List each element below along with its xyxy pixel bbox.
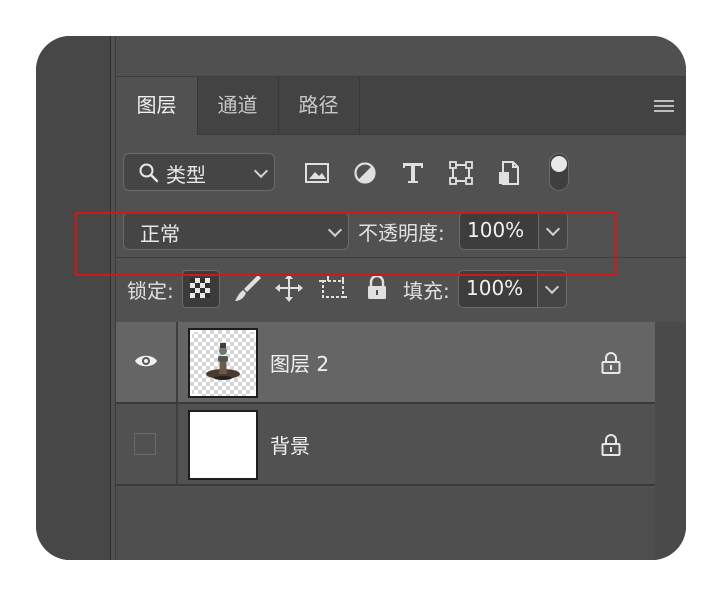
brush-icon xyxy=(235,275,261,301)
layer-row[interactable]: 图层 2 xyxy=(116,322,655,404)
filter-kind-label: 类型 xyxy=(166,163,206,187)
checkerboard-icon xyxy=(190,278,210,298)
chevron-down-icon xyxy=(327,222,343,238)
layer-name[interactable]: 图层 2 xyxy=(270,348,329,377)
layer-thumbnail[interactable] xyxy=(188,328,258,398)
opacity-dropdown-button[interactable] xyxy=(539,212,568,250)
tab-channels-label: 通道 xyxy=(217,93,258,117)
layers-panel: 图层 通道 路径 类型 正常 不透明度: 100% 锁定: 填充: 100% 图… xyxy=(110,36,686,560)
filter-toggle-switch[interactable] xyxy=(549,153,569,191)
search-icon xyxy=(139,163,159,183)
panel-top-strip xyxy=(116,36,686,77)
toggle-knob xyxy=(551,156,567,172)
opacity-value: 100% xyxy=(467,218,525,242)
panel-tab-bar: 图层 通道 路径 xyxy=(116,77,686,135)
opacity-label: 不透明度: xyxy=(358,221,445,245)
visibility-box-empty xyxy=(134,433,156,455)
eye-icon xyxy=(135,355,157,367)
lock-icon xyxy=(601,352,621,374)
layers-empty-area xyxy=(116,488,655,560)
panel-menu-icon[interactable] xyxy=(654,100,674,112)
fill-value: 100% xyxy=(466,276,524,300)
opacity-input[interactable]: 100% xyxy=(459,212,539,250)
lock-artboard-button[interactable] xyxy=(315,270,351,306)
tab-layers[interactable]: 图层 xyxy=(116,77,198,135)
panel-right-gutter xyxy=(655,322,686,560)
fill-dropdown-button[interactable] xyxy=(538,270,567,308)
fill-input[interactable]: 100% xyxy=(458,270,538,308)
layer-name[interactable]: 背景 xyxy=(270,430,310,459)
left-dock-strip xyxy=(36,36,110,560)
layer-row[interactable]: 背景 xyxy=(116,404,655,486)
image-filter-icon[interactable] xyxy=(304,160,330,186)
adjustment-filter-icon[interactable] xyxy=(352,160,378,186)
type-filter-icon[interactable] xyxy=(400,160,426,186)
filter-kind-select[interactable]: 类型 xyxy=(123,153,275,191)
blend-mode-value: 正常 xyxy=(140,222,180,246)
layers-list: 图层 2 背景 xyxy=(116,322,655,486)
artboard-icon xyxy=(319,275,347,298)
tab-paths-label: 路径 xyxy=(298,93,339,117)
shape-filter-icon[interactable] xyxy=(448,160,474,186)
lock-transparent-pixels-button[interactable] xyxy=(182,270,220,308)
visibility-toggle[interactable] xyxy=(116,322,178,402)
lock-label: 锁定: xyxy=(127,279,174,303)
visibility-toggle[interactable] xyxy=(116,404,178,484)
tab-layers-label: 图层 xyxy=(136,93,177,117)
lock-all-button[interactable] xyxy=(359,270,395,306)
chevron-down-icon xyxy=(253,163,269,179)
layer-thumbnail[interactable] xyxy=(188,410,258,480)
chevron-down-icon xyxy=(544,279,560,295)
lock-position-button[interactable] xyxy=(271,270,307,306)
fill-label: 填充: xyxy=(403,279,450,303)
move-arrows-icon xyxy=(275,274,303,302)
lock-icon xyxy=(601,434,621,456)
lock-icon xyxy=(368,274,386,299)
tab-channels[interactable]: 通道 xyxy=(197,77,279,134)
smart-object-filter-icon[interactable] xyxy=(496,160,522,186)
chevron-down-icon xyxy=(545,221,561,237)
tab-paths[interactable]: 路径 xyxy=(278,77,360,134)
lock-image-pixels-button[interactable] xyxy=(230,270,266,306)
layer-image-preview xyxy=(188,328,258,398)
layers-panel-window: 图层 通道 路径 类型 正常 不透明度: 100% 锁定: 填充: 100% 图… xyxy=(36,36,686,560)
blend-mode-select[interactable]: 正常 xyxy=(123,212,349,250)
